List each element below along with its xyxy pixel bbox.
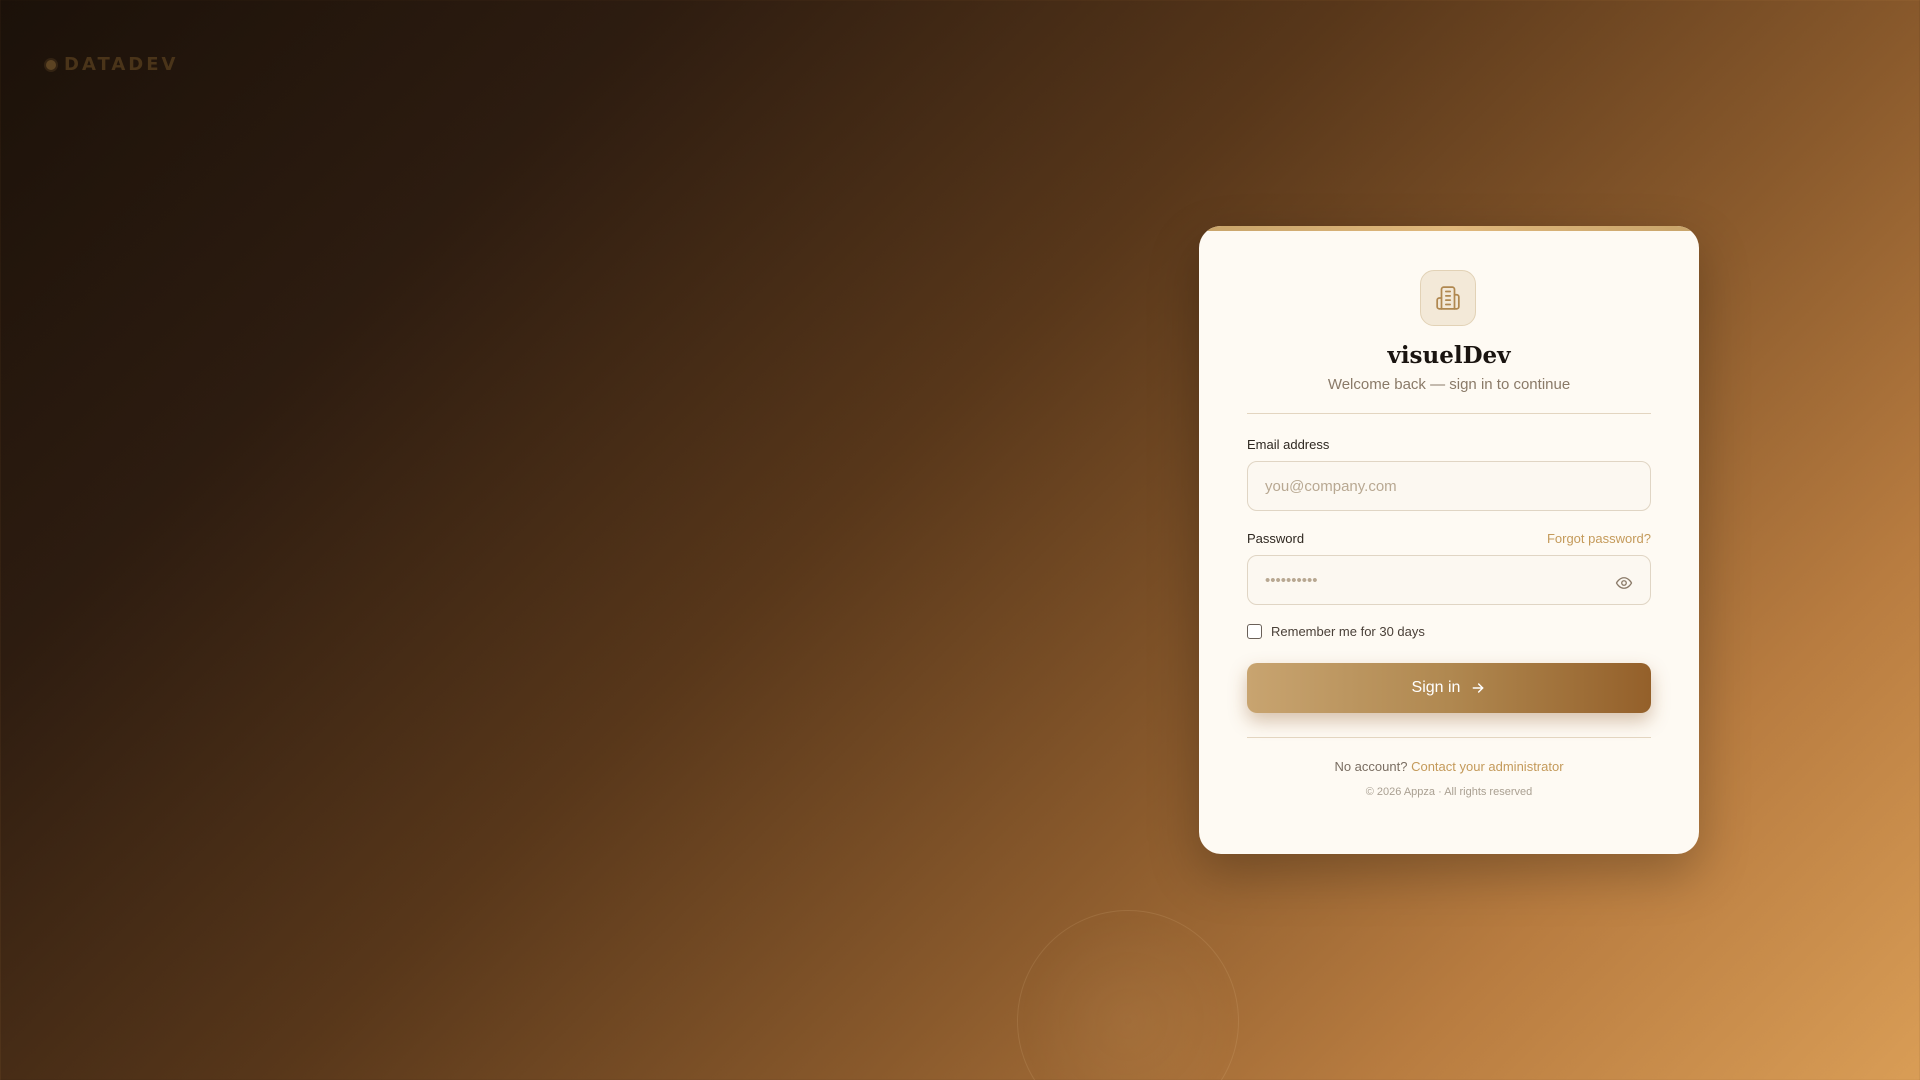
- sign-in-label: Sign in: [1411, 679, 1461, 696]
- no-account-line: No account? Contact your administrator: [1199, 759, 1699, 774]
- password-field[interactable]: [1247, 555, 1651, 605]
- no-account-text: No account?: [1334, 759, 1408, 774]
- card-accent-bar: [1199, 226, 1699, 231]
- login-card: visuelDev Welcome back — sign in to cont…: [1199, 226, 1699, 854]
- contact-admin-link[interactable]: Contact your administrator: [1411, 759, 1563, 774]
- toggle-password-visibility-button[interactable]: [1611, 570, 1637, 596]
- password-label: Password: [1247, 531, 1305, 546]
- remember-me-label: Remember me for 30 days: [1271, 624, 1425, 639]
- brand-name: DATADEV: [64, 54, 179, 75]
- sign-in-button[interactable]: Sign in: [1247, 663, 1651, 713]
- remember-me-checkbox[interactable]: [1247, 624, 1262, 639]
- email-field[interactable]: [1247, 461, 1651, 511]
- copyright-text: © 2026 Appza · All rights reserved: [1365, 786, 1533, 798]
- header-divider: [1247, 413, 1651, 414]
- footer-divider: [1247, 737, 1651, 738]
- background-decoration-circle: [1017, 910, 1239, 1080]
- arrow-right-icon: [1473, 683, 1484, 693]
- brand-logo: DATADEV: [46, 54, 178, 75]
- app-logo: [1420, 270, 1476, 326]
- forgot-password-link[interactable]: Forgot password?: [1547, 531, 1651, 546]
- app-title: visuelDev: [1387, 342, 1511, 369]
- email-label: Email address: [1247, 437, 1330, 452]
- brand-dot-icon: [46, 59, 56, 70]
- eye-icon: [1615, 577, 1633, 589]
- welcome-subtitle: Welcome back — sign in to continue: [1327, 376, 1571, 393]
- building-icon: [1436, 286, 1460, 310]
